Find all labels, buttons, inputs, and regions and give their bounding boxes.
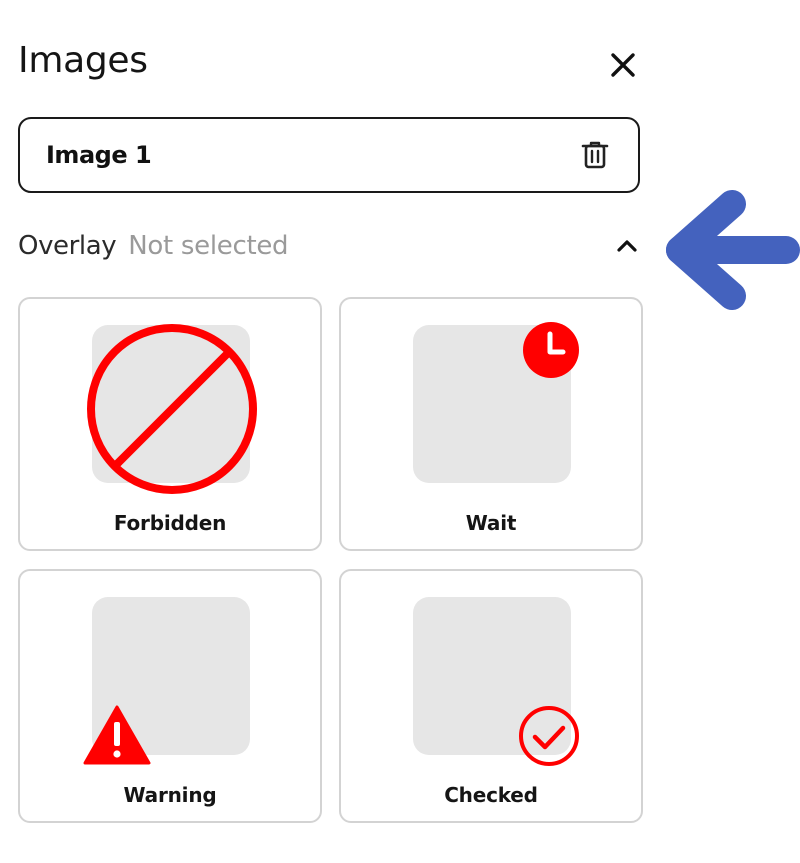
chevron-up-icon	[617, 240, 637, 252]
warning-icon	[83, 705, 151, 765]
image-name-field[interactable]: Image 1	[18, 117, 640, 193]
overlay-option-forbidden[interactable]: Forbidden	[18, 297, 322, 551]
delete-image-button[interactable]	[578, 138, 612, 172]
overlay-option-warning[interactable]: Warning	[18, 569, 322, 823]
overlay-toggle-button[interactable]	[612, 231, 642, 261]
option-label: Checked	[444, 783, 538, 807]
overlay-option-wait[interactable]: Wait	[339, 297, 643, 551]
option-label: Warning	[123, 783, 217, 807]
overlay-status: Not selected	[128, 231, 289, 261]
image-name: Image 1	[46, 141, 152, 169]
close-button[interactable]	[604, 46, 642, 84]
forbidden-icon	[87, 324, 257, 494]
overlay-option-checked[interactable]: Checked	[339, 569, 643, 823]
arrow-left-icon	[666, 190, 800, 310]
overlay-label: Overlay	[18, 231, 117, 261]
clock-icon	[523, 322, 579, 378]
panel-title: Images	[18, 40, 148, 81]
check-circle-icon	[519, 706, 579, 766]
close-icon	[611, 53, 635, 77]
option-label: Wait	[465, 511, 517, 535]
overlay-section-header[interactable]: Overlay Not selected	[18, 228, 644, 264]
trash-icon	[581, 141, 609, 169]
option-label: Forbidden	[113, 511, 227, 535]
